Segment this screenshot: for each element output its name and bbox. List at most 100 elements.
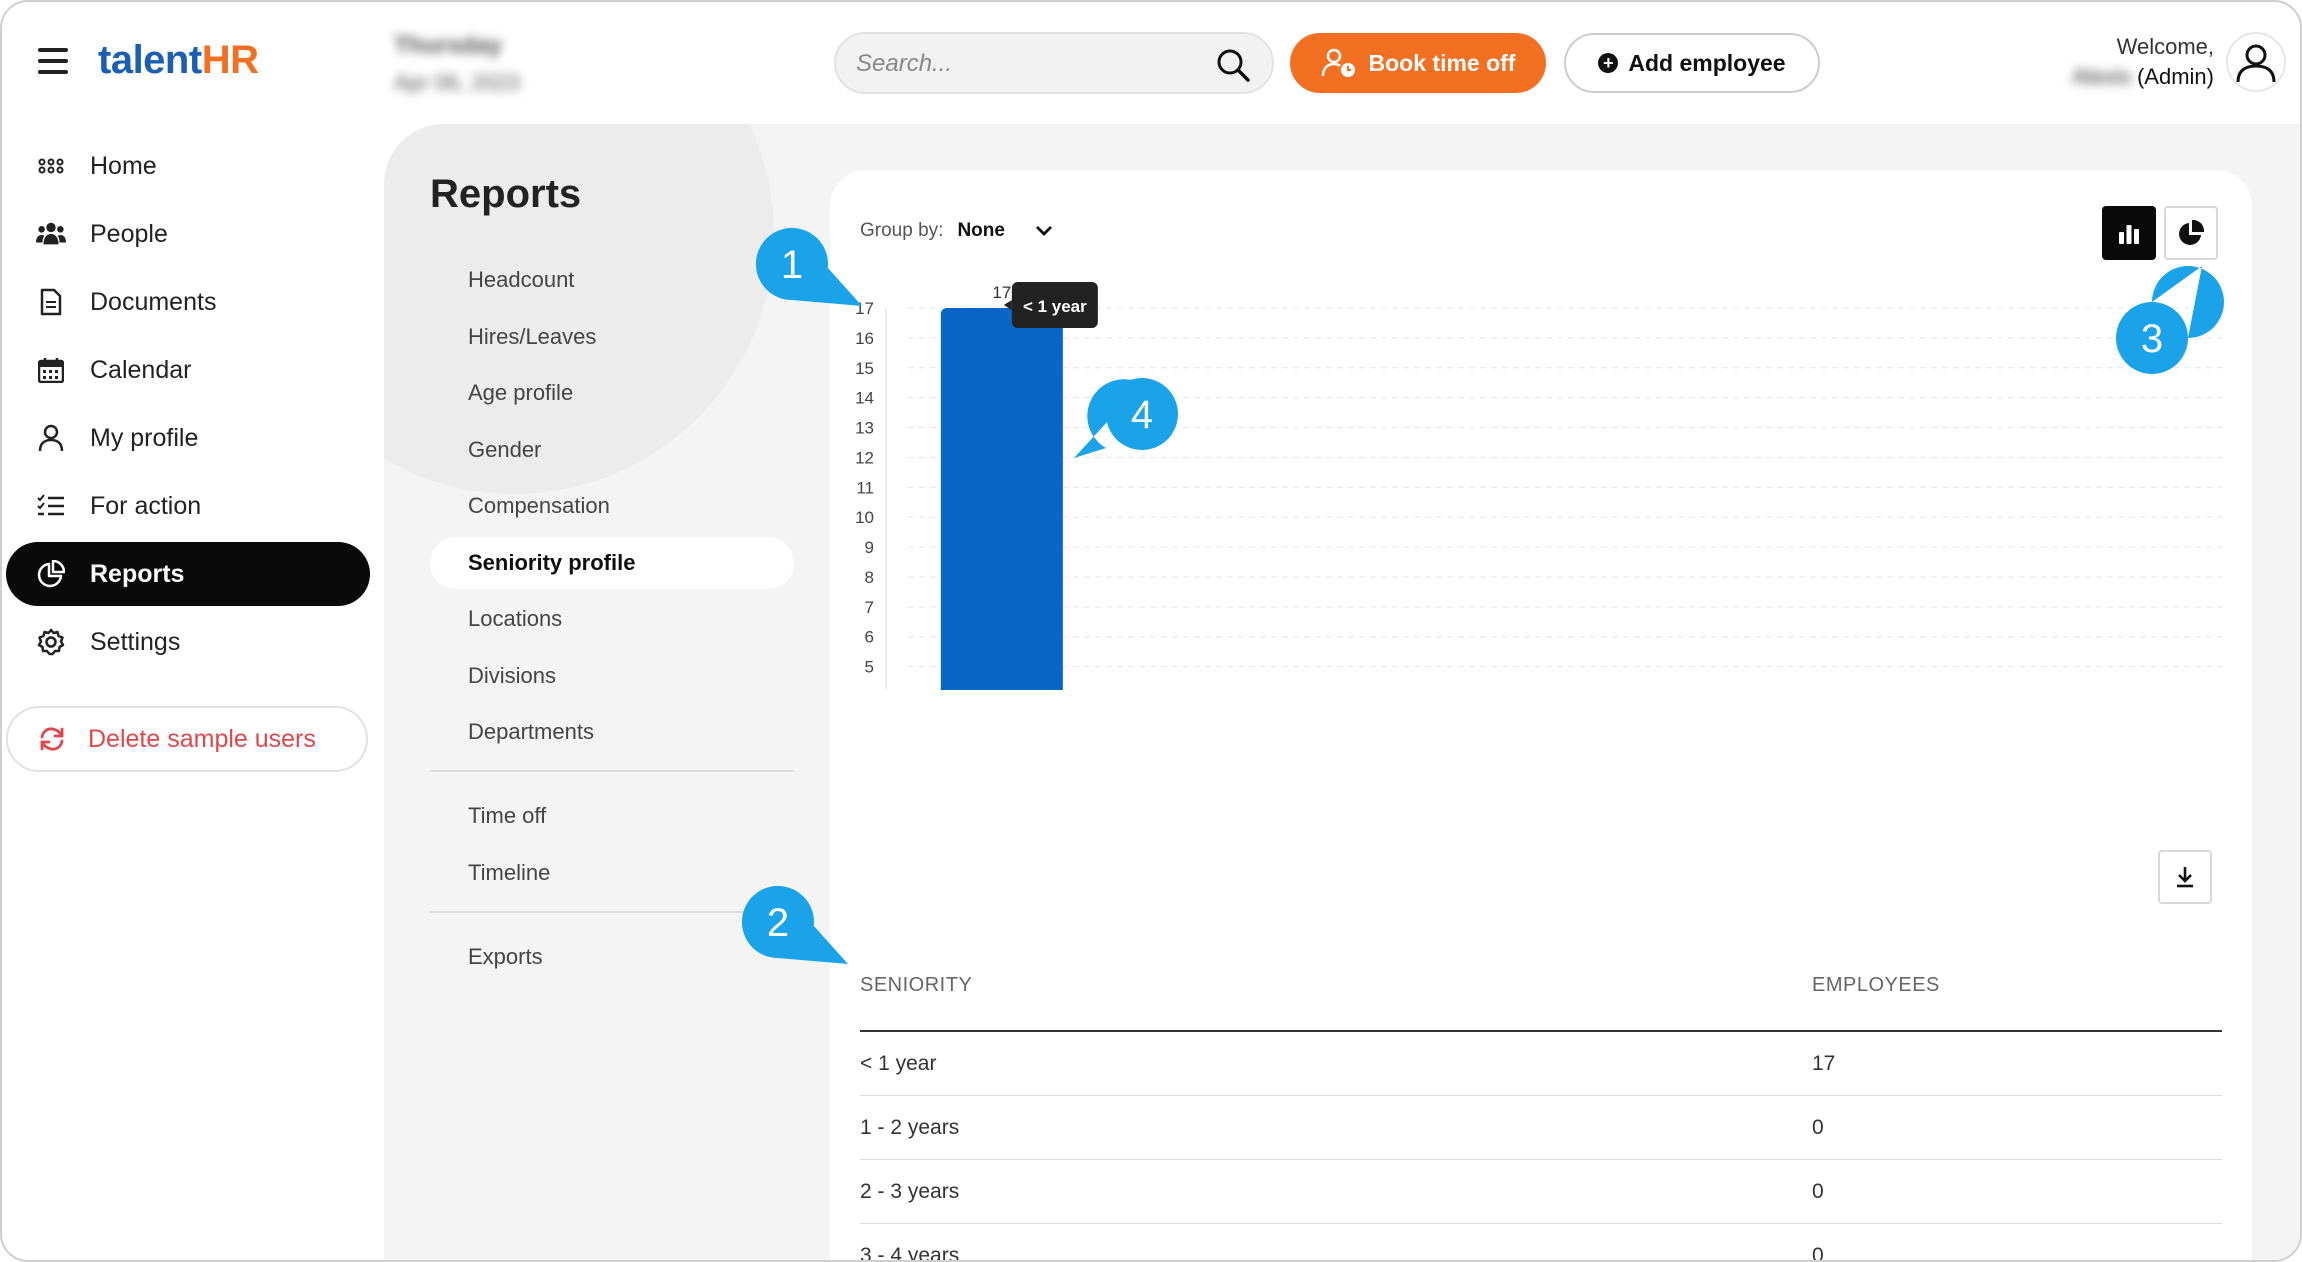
people-icon: [36, 219, 66, 249]
add-employee-label: Add employee: [1628, 49, 1786, 76]
sidebar-item-label: Home: [90, 151, 157, 180]
y-tick-label: 8: [865, 568, 874, 587]
book-time-off-button[interactable]: Book time off: [1290, 33, 1546, 93]
cell-employees: 0: [1812, 1179, 1824, 1203]
menu-icon[interactable]: [38, 48, 68, 74]
calendar-icon: [36, 355, 66, 385]
cell-seniority: 2 - 3 years: [860, 1179, 960, 1203]
plus-icon: +: [1598, 53, 1619, 73]
table-header: SENIORITY EMPLOYEES: [860, 940, 2222, 1032]
app-window: talentHR Thursday Apr 06, 2023 Book time…: [0, 0, 2302, 1262]
seniority-table: SENIORITY EMPLOYEES < 1 year 17 1 - 2 ye…: [860, 940, 2222, 1262]
subnav-item-headcount[interactable]: Headcount: [430, 254, 794, 306]
delete-sample-users-button[interactable]: Delete sample users: [6, 706, 368, 772]
tooltip-label: < 1 year: [1023, 297, 1087, 316]
subnav-item-locations[interactable]: Locations: [430, 593, 794, 645]
sidebar-item-label: For action: [90, 491, 202, 520]
date-weekday: Thursday: [394, 32, 503, 59]
welcome-text: Welcome, Alexis (Admin): [2072, 32, 2214, 92]
subnav-item-seniority-profile[interactable]: Seniority profile: [430, 536, 794, 589]
download-button[interactable]: [2158, 850, 2212, 904]
date-full: Apr 06, 2023: [394, 70, 520, 95]
pie-chart-icon: [36, 559, 66, 589]
main-content: Reports Headcount Hires/Leaves Age profi…: [384, 124, 2300, 1262]
sync-icon: [40, 727, 64, 751]
sidebar-item-label: Documents: [90, 287, 217, 316]
y-tick-label: 10: [855, 508, 874, 527]
sidebar-item-label: People: [90, 219, 168, 248]
cell-employees: 17: [1812, 1051, 1836, 1075]
sidebar-item-label: Reports: [90, 559, 185, 588]
subnav-item-divisions[interactable]: Divisions: [430, 650, 794, 702]
column-header-employees[interactable]: EMPLOYEES: [1812, 974, 2222, 997]
user-clock-icon: [1321, 48, 1355, 77]
search-icon[interactable]: [1214, 46, 1252, 84]
subnav-divider: [430, 770, 794, 772]
book-time-off-label: Book time off: [1368, 49, 1516, 76]
subnav-item-timeline[interactable]: Timeline: [430, 847, 794, 899]
cell-seniority: < 1 year: [860, 1051, 937, 1075]
app-logo[interactable]: talentHR: [98, 38, 259, 83]
user-name: Alexis: [2072, 64, 2131, 89]
sidebar-item-label: My profile: [90, 423, 199, 452]
page-title: Reports: [430, 172, 582, 216]
subnav-item-time-off[interactable]: Time off: [430, 790, 794, 842]
delete-sample-users-label: Delete sample users: [88, 724, 316, 753]
logo-text-hr: HR: [201, 38, 259, 82]
y-tick-label: 9: [865, 538, 874, 557]
logo-text-talent: talent: [98, 38, 202, 82]
table-row: 2 - 3 years 0: [860, 1160, 2222, 1224]
sidebar-item-people[interactable]: People: [6, 202, 370, 266]
table-row: 3 - 4 years 0: [860, 1224, 2222, 1262]
reports-subnav: Headcount Hires/Leaves Age profile Gende…: [430, 254, 794, 987]
y-tick-label: 5: [865, 658, 874, 677]
cell-seniority: 3 - 4 years: [860, 1243, 960, 1262]
sidebar-item-documents[interactable]: Documents: [6, 270, 370, 334]
column-header-seniority[interactable]: SENIORITY: [860, 974, 1812, 997]
sidebar-item-label: Settings: [90, 627, 181, 656]
y-tick-label: 11: [856, 478, 874, 497]
avatar[interactable]: [2226, 32, 2286, 92]
add-employee-button[interactable]: + Add employee: [1564, 33, 1820, 93]
welcome-label: Welcome,: [2116, 34, 2214, 59]
subnav-item-compensation[interactable]: Compensation: [430, 480, 794, 532]
report-card: Group by: None 0123456789101112131415161…: [830, 170, 2252, 1262]
subnav-divider: [430, 910, 794, 913]
sidebar-item-my-profile[interactable]: My profile: [6, 406, 370, 470]
sidebar-item-label: Calendar: [90, 355, 192, 384]
subnav-item-age-profile[interactable]: Age profile: [430, 367, 794, 419]
subnav-item-exports[interactable]: Exports: [430, 931, 794, 983]
document-icon: [36, 287, 66, 317]
gear-icon: [36, 627, 66, 657]
subnav-item-departments[interactable]: Departments: [430, 706, 794, 758]
subnav-item-gender[interactable]: Gender: [430, 424, 794, 476]
sidebar: Home People Documents Calendar My profil…: [2, 132, 374, 772]
y-tick-label: 7: [865, 598, 874, 617]
top-bar: talentHR Thursday Apr 06, 2023 Book time…: [2, 2, 2300, 124]
sidebar-item-reports[interactable]: Reports: [6, 542, 370, 606]
table-row: 1 - 2 years 0: [860, 1096, 2222, 1160]
checklist-icon: [36, 491, 66, 521]
y-tick-label: 12: [855, 448, 874, 467]
y-tick-label: 16: [855, 329, 874, 348]
y-tick-label: 14: [855, 389, 874, 408]
seniority-bar-chart: 0123456789101112131415161717< 1 year01 -…: [855, 282, 2222, 690]
y-tick-label: 6: [865, 628, 874, 647]
user-icon: [36, 423, 66, 453]
cell-employees: 0: [1812, 1243, 1824, 1262]
search-input[interactable]: [856, 47, 1196, 81]
y-tick-label: 4: [865, 687, 874, 690]
y-tick-label: 13: [855, 419, 874, 438]
sidebar-item-calendar[interactable]: Calendar: [6, 338, 370, 402]
table-row: < 1 year 17: [860, 1032, 2222, 1096]
search-box: [834, 32, 1274, 94]
user-role: (Admin): [2136, 64, 2214, 89]
grid-dots-icon: [36, 151, 66, 181]
cell-seniority: 1 - 2 years: [860, 1115, 960, 1139]
sidebar-item-for-action[interactable]: For action: [6, 474, 370, 538]
cell-employees: 0: [1812, 1115, 1824, 1139]
subnav-item-hires-leaves[interactable]: Hires/Leaves: [430, 311, 794, 363]
sidebar-item-home[interactable]: Home: [6, 134, 370, 198]
user-avatar-icon: [2236, 44, 2276, 83]
sidebar-item-settings[interactable]: Settings: [6, 610, 370, 674]
